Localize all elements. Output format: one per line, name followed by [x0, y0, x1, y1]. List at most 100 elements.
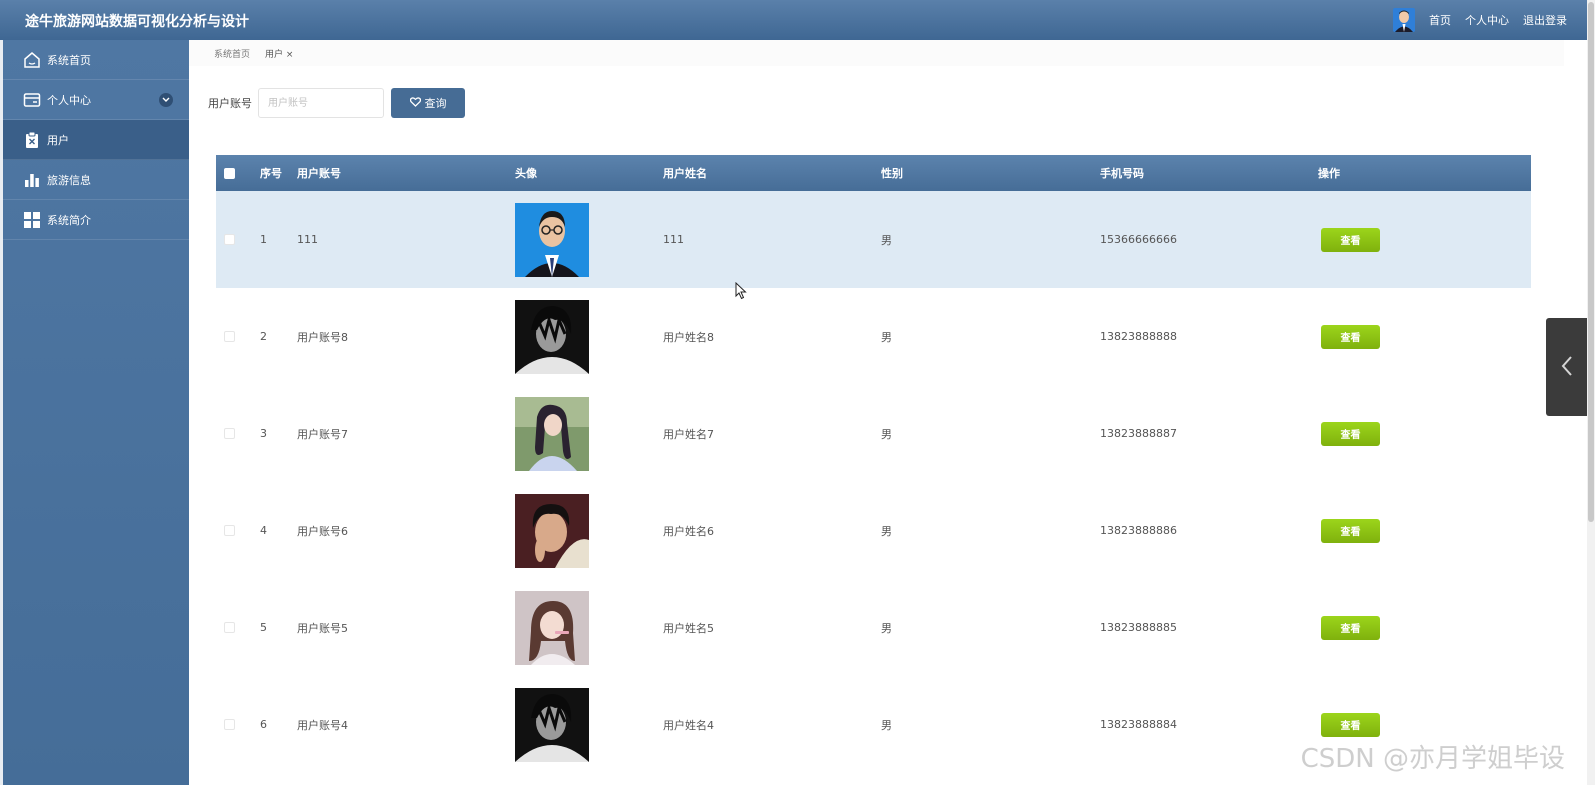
nav-profile-link[interactable]: 个人中心	[1465, 12, 1509, 28]
sidebar-item-label: 系统简介	[47, 213, 91, 227]
row-checkbox[interactable]	[224, 234, 235, 245]
page-scrollbar[interactable]	[1587, 0, 1595, 785]
column-header: 用户账号	[297, 167, 341, 180]
user-name: 111	[663, 233, 684, 246]
table-row[interactable]: 3 用户账号7 用户姓名7 男 13823888887 查看	[216, 385, 1531, 482]
column-header: 序号	[260, 167, 282, 180]
user-name: 用户姓名7	[663, 427, 714, 441]
user-sex: 男	[881, 621, 892, 635]
breadcrumb-close-icon[interactable]: ×	[286, 50, 294, 60]
user-account: 用户账号4	[297, 718, 348, 732]
user-account: 111	[297, 233, 318, 246]
app-title: 途牛旅游网站数据可视化分析与设计	[25, 14, 249, 30]
user-phone: 13823888888	[1100, 330, 1177, 343]
user-avatar-image	[515, 299, 589, 374]
row-checkbox[interactable]	[224, 428, 235, 439]
breadcrumb-current[interactable]: 用户 ×	[265, 47, 293, 60]
grid-icon	[23, 211, 41, 229]
user-account: 用户账号8	[297, 330, 348, 344]
view-button[interactable]: 查看	[1321, 518, 1380, 543]
row-number: 4	[260, 524, 267, 537]
user-name: 用户姓名5	[663, 621, 714, 635]
row-number: 3	[260, 427, 267, 440]
chevron-left-icon	[1561, 355, 1573, 380]
users-table: 序号 用户账号 头像 用户姓名 性别 手机号码 操作 1 111 111 男 1…	[216, 155, 1531, 773]
collapse-panel-tab[interactable]	[1546, 318, 1587, 416]
scrollbar-thumb[interactable]	[1588, 2, 1594, 522]
user-phone: 15366666666	[1100, 233, 1177, 246]
user-name: 用户姓名6	[663, 524, 714, 538]
user-sex: 男	[881, 233, 892, 247]
table-header: 序号 用户账号 头像 用户姓名 性别 手机号码 操作	[216, 155, 1531, 191]
top-bar: 途牛旅游网站数据可视化分析与设计 首页 个人中心 退出登录	[0, 0, 1595, 40]
user-phone: 13823888885	[1100, 621, 1177, 634]
view-button[interactable]: 查看	[1321, 615, 1380, 640]
user-sex: 男	[881, 524, 892, 538]
user-sex: 男	[881, 718, 892, 732]
row-number: 6	[260, 718, 267, 731]
sidebar: 系统首页 个人中心 用户 旅游信息 系统简介	[3, 40, 189, 785]
row-checkbox[interactable]	[224, 331, 235, 342]
breadcrumb-current-label: 用户	[265, 49, 284, 60]
column-header: 用户姓名	[663, 167, 707, 180]
mouse-cursor-icon	[735, 281, 747, 303]
nav-logout-link[interactable]: 退出登录	[1523, 12, 1567, 28]
row-number: 5	[260, 621, 267, 634]
column-header: 手机号码	[1100, 167, 1144, 180]
sidebar-item-label: 用户	[47, 133, 69, 147]
clipboard-icon	[23, 131, 41, 149]
user-phone: 13823888887	[1100, 427, 1177, 440]
sidebar-item-travel-info[interactable]: 旅游信息	[3, 160, 189, 200]
view-button[interactable]: 查看	[1321, 324, 1380, 349]
top-nav: 首页 个人中心 退出登录	[1393, 8, 1567, 32]
sidebar-item-home[interactable]: 系统首页	[3, 40, 189, 80]
wallet-icon	[23, 91, 41, 109]
home-icon	[23, 51, 41, 69]
main-content: 系统首页 用户 × 用户账号 查询 序号 用户账号 头像 用户姓名 性别 手机号…	[189, 40, 1564, 785]
table-row[interactable]: 5 用户账号5 用户姓名5 男 13823888885 查看	[216, 579, 1531, 676]
user-phone: 13823888884	[1100, 718, 1177, 731]
user-avatar-image	[515, 687, 589, 762]
user-name: 用户姓名8	[663, 330, 714, 344]
sidebar-item-label: 系统首页	[47, 53, 91, 67]
table-row[interactable]: 1 111 111 男 15366666666 查看	[216, 191, 1531, 288]
user-avatar-image	[515, 396, 589, 471]
view-button[interactable]: 查看	[1321, 712, 1380, 737]
user-name: 用户姓名4	[663, 718, 714, 732]
view-button[interactable]: 查看	[1321, 227, 1380, 252]
user-account: 用户账号7	[297, 427, 348, 441]
user-avatar[interactable]	[1393, 8, 1415, 32]
row-checkbox[interactable]	[224, 719, 235, 730]
watermark: CSDN @亦月学姐毕设	[1300, 744, 1565, 774]
user-avatar-image	[515, 202, 589, 277]
column-header: 性别	[881, 167, 903, 180]
table-row[interactable]: 4 用户账号6 用户姓名6 男 13823888886 查看	[216, 482, 1531, 579]
row-checkbox[interactable]	[224, 622, 235, 633]
sidebar-item-profile[interactable]: 个人中心	[3, 80, 189, 120]
breadcrumb: 系统首页 用户 ×	[189, 40, 1564, 66]
search-label: 用户账号	[208, 97, 252, 110]
select-all-checkbox[interactable]	[224, 167, 235, 179]
chevron-down-icon[interactable]	[159, 92, 173, 107]
user-phone: 13823888886	[1100, 524, 1177, 537]
sidebar-item-label: 旅游信息	[47, 173, 91, 187]
search-bar: 用户账号 查询	[208, 88, 465, 118]
row-checkbox[interactable]	[224, 525, 235, 536]
sidebar-item-users[interactable]: 用户	[3, 120, 189, 160]
user-sex: 男	[881, 330, 892, 344]
nav-home-link[interactable]: 首页	[1429, 12, 1451, 28]
account-search-input[interactable]	[258, 88, 384, 118]
user-avatar-image	[515, 493, 589, 568]
view-button[interactable]: 查看	[1321, 421, 1380, 446]
search-button-label: 查询	[424, 97, 447, 110]
search-button[interactable]: 查询	[391, 88, 465, 118]
table-row[interactable]: 2 用户账号8 用户姓名8 男 13823888888 查看	[216, 288, 1531, 385]
bar-chart-icon	[23, 171, 41, 189]
row-number: 2	[260, 330, 267, 343]
column-header: 操作	[1318, 167, 1340, 180]
user-sex: 男	[881, 427, 892, 441]
sidebar-item-system-intro[interactable]: 系统简介	[3, 200, 189, 240]
breadcrumb-home[interactable]: 系统首页	[214, 47, 250, 60]
column-header: 头像	[515, 167, 537, 180]
user-avatar-image	[515, 590, 589, 665]
